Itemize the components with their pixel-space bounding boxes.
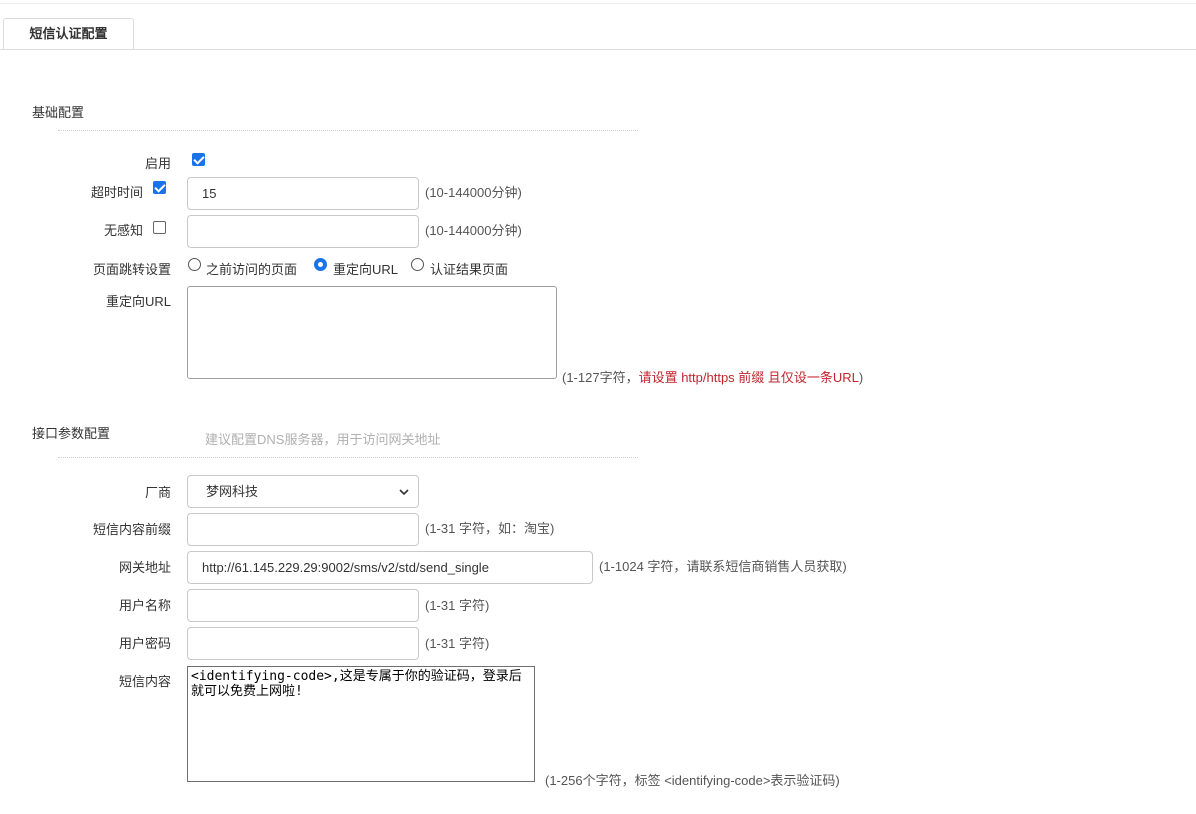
radio-label-redirect-url: 重定向URL <box>333 262 399 277</box>
radio-label-previous-page: 之前访问的页面 <box>206 262 298 277</box>
redirect-url-label: 重定向URL <box>105 294 171 309</box>
username-hint: (1-31 字符) <box>425 598 490 613</box>
section-divider <box>58 130 638 131</box>
gateway-input[interactable]: http://61.145.229.29:9002/sms/v2/std/sen… <box>187 551 593 584</box>
prefix-label: 短信内容前缀 <box>92 522 171 537</box>
section-divider <box>58 457 638 458</box>
content-hint: (1-256个字符，标签 <identifying-code>表示验证码) <box>545 773 840 788</box>
prefix-input[interactable] <box>187 513 419 546</box>
timeout-checkbox[interactable] <box>153 181 166 194</box>
noperceive-label: 无感知 <box>103 223 143 238</box>
noperceive-checkbox[interactable] <box>153 221 166 234</box>
enable-label: 启用 <box>144 156 171 171</box>
vendor-select[interactable]: 梦网科技 <box>187 475 419 508</box>
enable-checkbox[interactable] <box>192 153 205 166</box>
password-hint: (1-31 字符) <box>425 636 490 651</box>
redirect-url-textarea[interactable] <box>187 286 557 379</box>
content-textarea[interactable]: <identifying-code>,这是专属于你的验证码，登录后就可以免费上网… <box>187 666 535 782</box>
tab-sms-auth-config[interactable]: 短信认证配置 <box>3 18 134 50</box>
top-divider <box>0 3 1196 4</box>
username-label: 用户名称 <box>118 598 171 613</box>
username-input[interactable] <box>187 589 419 622</box>
redirect-url-hint: (1-127字符，请设置 http/https 前缀 且仅设一条URL) <box>562 370 864 385</box>
noperceive-hint: (10-144000分钟) <box>425 223 522 238</box>
radio-auth-result-page[interactable] <box>411 258 424 271</box>
content-label: 短信内容 <box>118 674 171 689</box>
chevron-down-icon <box>399 489 409 496</box>
tab-bar-divider <box>0 49 1196 50</box>
section-title-api: 接口参数配置 <box>32 426 111 441</box>
password-label: 用户密码 <box>118 636 171 651</box>
radio-label-auth-result-page: 认证结果页面 <box>430 262 509 277</box>
dns-hint: 建议配置DNS服务器，用于访问网关地址 <box>205 432 441 447</box>
timeout-input[interactable]: 15 <box>187 177 419 210</box>
radio-previous-page[interactable] <box>188 258 201 271</box>
radio-redirect-url[interactable] <box>314 258 327 271</box>
noperceive-input[interactable] <box>187 215 419 248</box>
section-title-basic: 基础配置 <box>32 105 85 120</box>
vendor-label: 厂商 <box>144 485 171 500</box>
gateway-label: 网关地址 <box>118 560 171 575</box>
gateway-hint: (1-1024 字符，请联系短信商销售人员获取) <box>599 559 847 574</box>
timeout-hint: (10-144000分钟) <box>425 185 522 200</box>
password-input[interactable] <box>187 627 419 660</box>
redirect-setting-label: 页面跳转设置 <box>92 262 171 277</box>
timeout-label: 超时时间 <box>90 185 143 200</box>
prefix-hint: (1-31 字符，如：淘宝) <box>425 521 555 536</box>
vendor-select-value: 梦网科技 <box>206 484 259 499</box>
